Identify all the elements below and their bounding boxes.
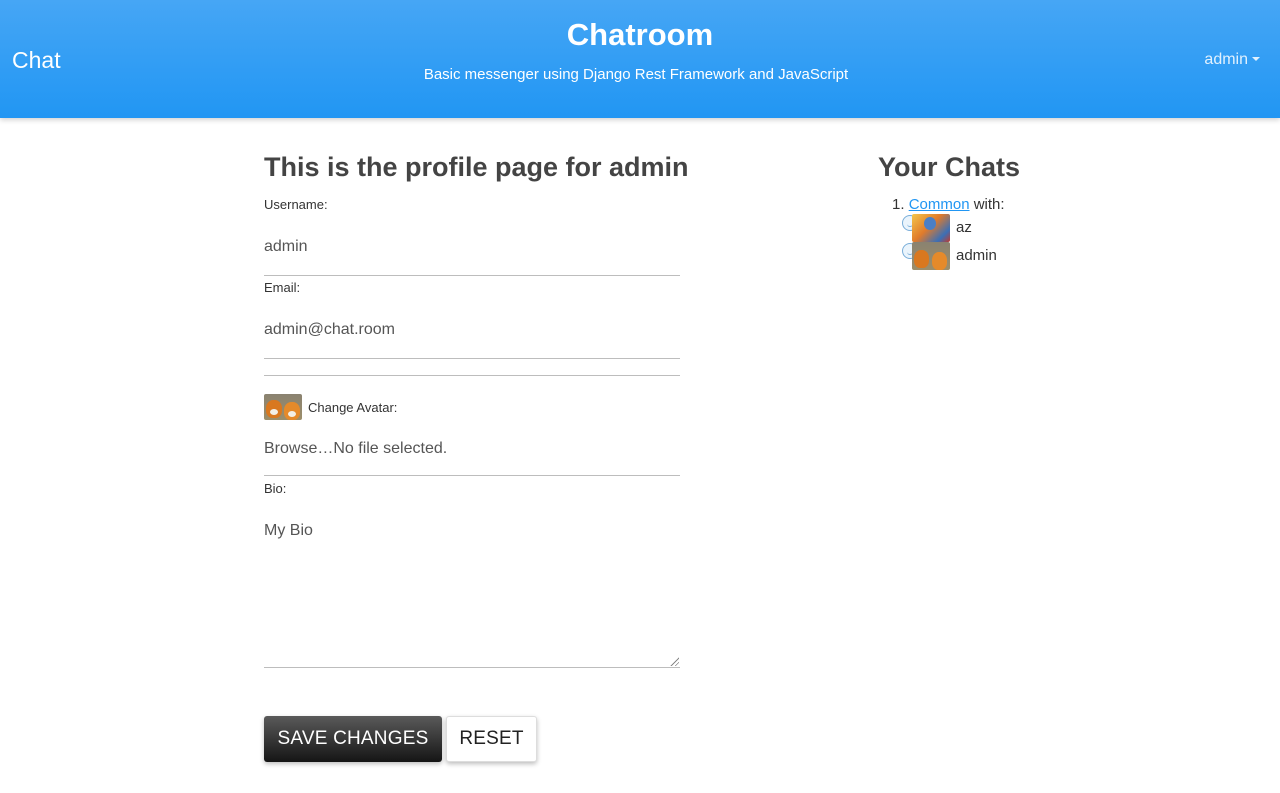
user-menu-label: admin: [1204, 51, 1248, 68]
save-changes-button[interactable]: SAVE CHANGES: [264, 716, 442, 762]
chat-member: admin: [902, 242, 997, 270]
chat-link-common[interactable]: Common: [909, 196, 970, 213]
bio-label: Bio:: [264, 481, 287, 496]
chats-heading: Your Chats: [878, 152, 1021, 182]
chat-index: 1.: [892, 196, 905, 213]
divider: [264, 375, 680, 376]
username-label: Username:: [264, 197, 328, 212]
fox-icon: [284, 402, 300, 420]
page-title: This is the profile page for admin: [264, 152, 689, 182]
current-avatar-image: [264, 394, 302, 420]
member-avatar: [912, 242, 950, 270]
change-avatar-label: Change Avatar:: [308, 399, 398, 415]
avatar-row: Change Avatar:: [264, 394, 397, 420]
navbar: Chat Chatroom Basic messenger using Djan…: [0, 0, 1280, 118]
bio-textarea[interactable]: My Bio: [264, 508, 680, 668]
profile-section: This is the profile page for admin Usern…: [264, 150, 689, 762]
caret-down-icon: [1252, 57, 1260, 61]
reset-button[interactable]: RESET: [446, 716, 537, 762]
chats-section: Your Chats 1. Common with: az admin: [878, 150, 1138, 270]
chat-list-item: 1. Common with:: [892, 195, 1005, 215]
member-name: az: [956, 219, 972, 236]
chat-list: 1. Common with: az admin: [892, 195, 1005, 270]
user-menu-dropdown[interactable]: admin: [1204, 50, 1260, 70]
site-subtitle: Basic messenger using Django Rest Framew…: [423, 66, 849, 83]
chat-with-label: with:: [973, 196, 1005, 213]
email-input[interactable]: [264, 308, 680, 359]
member-name: admin: [956, 247, 997, 264]
email-label: Email:: [264, 280, 301, 295]
site-title: Chatroom: [566, 17, 714, 52]
member-avatar: [912, 214, 950, 242]
avatar-file-input[interactable]: Browse…No file selected.: [264, 426, 680, 476]
chat-member: az: [902, 214, 972, 242]
fox-icon: [266, 400, 282, 418]
username-input[interactable]: [264, 224, 680, 276]
